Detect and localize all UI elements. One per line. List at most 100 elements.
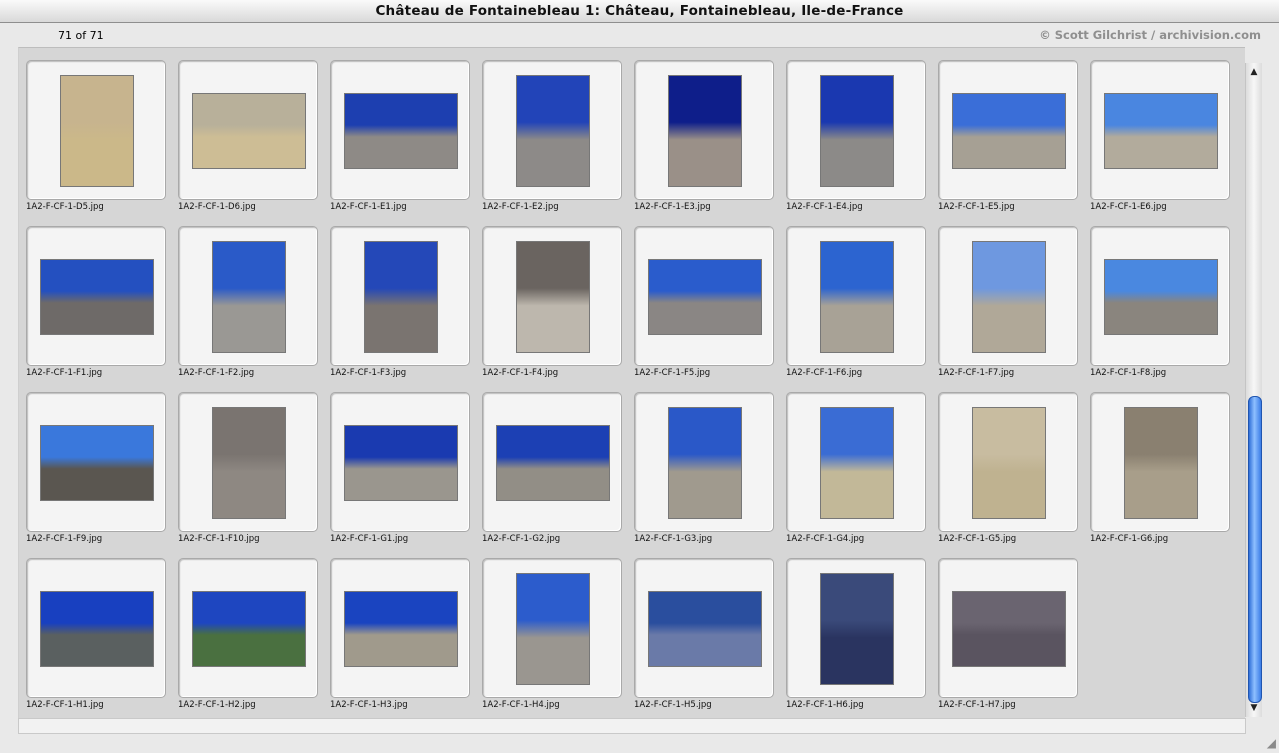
status-bar [18, 718, 1246, 734]
thumbnail-item[interactable]: 1A2-F-CF-1-E6.jpg [1083, 48, 1230, 212]
thumbnail-image[interactable] [648, 591, 762, 667]
slide-frame[interactable] [482, 558, 622, 698]
slide-frame[interactable] [26, 60, 166, 200]
thumbnail-filename: 1A2-F-CF-1-F1.jpg [26, 368, 103, 378]
slide-frame[interactable] [26, 558, 166, 698]
slide-frame[interactable] [634, 558, 774, 698]
slide-frame[interactable] [634, 60, 774, 200]
slide-frame[interactable] [330, 60, 470, 200]
slide-frame[interactable] [786, 60, 926, 200]
slide-frame[interactable] [1090, 60, 1230, 200]
thumbnail-item[interactable]: 1A2-F-CF-1-F9.jpg [19, 380, 166, 544]
thumbnail-image[interactable] [496, 425, 610, 501]
thumbnail-item[interactable]: 1A2-F-CF-1-E4.jpg [779, 48, 926, 212]
thumbnail-item[interactable]: 1A2-F-CF-1-H6.jpg [779, 546, 926, 710]
thumbnail-image[interactable] [952, 93, 1066, 169]
slide-frame[interactable] [330, 226, 470, 366]
thumbnail-image[interactable] [40, 425, 154, 501]
thumbnail-item[interactable]: 1A2-F-CF-1-H3.jpg [323, 546, 470, 710]
slide-frame[interactable] [634, 392, 774, 532]
slide-frame[interactable] [634, 226, 774, 366]
slide-frame[interactable] [482, 392, 622, 532]
scroll-down-arrow-icon[interactable]: ▼ [1246, 701, 1262, 715]
thumbnail-image[interactable] [1104, 93, 1218, 169]
slide-frame[interactable] [1090, 226, 1230, 366]
slide-frame[interactable] [938, 558, 1078, 698]
thumbnail-image[interactable] [212, 241, 286, 353]
thumbnail-image[interactable] [192, 93, 306, 169]
slide-frame[interactable] [178, 60, 318, 200]
vertical-scrollbar[interactable]: ▲ ▼ [1245, 63, 1262, 717]
slide-frame[interactable] [938, 60, 1078, 200]
thumbnail-item[interactable]: 1A2-F-CF-1-H2.jpg [171, 546, 318, 710]
slide-frame[interactable] [330, 558, 470, 698]
slide-frame[interactable] [178, 392, 318, 532]
thumbnail-image[interactable] [344, 93, 458, 169]
thumbnail-image[interactable] [1104, 259, 1218, 335]
thumbnail-image[interactable] [516, 573, 590, 685]
thumbnail-item[interactable]: 1A2-F-CF-1-G1.jpg [323, 380, 470, 544]
thumbnail-image[interactable] [820, 241, 894, 353]
thumbnail-item[interactable]: 1A2-F-CF-1-G6.jpg [1083, 380, 1230, 544]
slide-frame[interactable] [26, 392, 166, 532]
thumbnail-item[interactable]: 1A2-F-CF-1-F8.jpg [1083, 214, 1230, 378]
thumbnail-image[interactable] [820, 573, 894, 685]
slide-frame[interactable] [786, 392, 926, 532]
thumbnail-item[interactable]: 1A2-F-CF-1-D5.jpg [19, 48, 166, 212]
thumbnail-image[interactable] [668, 75, 742, 187]
slide-frame[interactable] [482, 60, 622, 200]
thumbnail-image[interactable] [40, 591, 154, 667]
slide-frame[interactable] [26, 226, 166, 366]
thumbnail-item[interactable]: 1A2-F-CF-1-G5.jpg [931, 380, 1078, 544]
thumbnail-item[interactable]: 1A2-F-CF-1-E1.jpg [323, 48, 470, 212]
thumbnail-item[interactable]: 1A2-F-CF-1-H7.jpg [931, 546, 1078, 710]
slide-frame[interactable] [938, 392, 1078, 532]
thumbnail-item[interactable]: 1A2-F-CF-1-E5.jpg [931, 48, 1078, 212]
thumbnail-image[interactable] [668, 407, 742, 519]
thumbnail-image[interactable] [344, 591, 458, 667]
thumbnail-item[interactable]: 1A2-F-CF-1-E3.jpg [627, 48, 774, 212]
thumbnail-item[interactable]: 1A2-F-CF-1-F1.jpg [19, 214, 166, 378]
thumbnail-image[interactable] [972, 407, 1046, 519]
thumbnail-image[interactable] [952, 591, 1066, 667]
thumbnail-item[interactable]: 1A2-F-CF-1-G4.jpg [779, 380, 926, 544]
slide-frame[interactable] [178, 226, 318, 366]
slide-frame[interactable] [482, 226, 622, 366]
thumbnail-image[interactable] [40, 259, 154, 335]
thumbnail-item[interactable]: 1A2-F-CF-1-H5.jpg [627, 546, 774, 710]
scrollbar-thumb[interactable] [1248, 396, 1262, 703]
slide-frame[interactable] [178, 558, 318, 698]
thumbnail-image[interactable] [212, 407, 286, 519]
thumbnail-image[interactable] [516, 75, 590, 187]
thumbnail-image[interactable] [1124, 407, 1198, 519]
thumbnail-item[interactable]: 1A2-F-CF-1-F2.jpg [171, 214, 318, 378]
slide-frame[interactable] [938, 226, 1078, 366]
slide-frame[interactable] [330, 392, 470, 532]
thumbnail-item[interactable]: 1A2-F-CF-1-F6.jpg [779, 214, 926, 378]
thumbnail-item[interactable]: 1A2-F-CF-1-F7.jpg [931, 214, 1078, 378]
thumbnail-item[interactable]: 1A2-F-CF-1-G2.jpg [475, 380, 622, 544]
thumbnail-item[interactable]: 1A2-F-CF-1-H4.jpg [475, 546, 622, 710]
thumbnail-item[interactable]: 1A2-F-CF-1-E2.jpg [475, 48, 622, 212]
resize-grip-icon[interactable]: ◢ [1267, 736, 1276, 750]
thumbnail-item[interactable]: 1A2-F-CF-1-F3.jpg [323, 214, 470, 378]
thumbnail-image[interactable] [192, 591, 306, 667]
thumbnail-item[interactable]: 1A2-F-CF-1-H1.jpg [19, 546, 166, 710]
thumbnail-item[interactable]: 1A2-F-CF-1-F4.jpg [475, 214, 622, 378]
thumbnail-image[interactable] [516, 241, 590, 353]
thumbnail-image[interactable] [344, 425, 458, 501]
thumbnail-image[interactable] [364, 241, 438, 353]
thumbnail-image[interactable] [820, 75, 894, 187]
thumbnail-image[interactable] [60, 75, 134, 187]
slide-frame[interactable] [786, 226, 926, 366]
thumbnail-item[interactable]: 1A2-F-CF-1-F5.jpg [627, 214, 774, 378]
thumbnail-item[interactable]: 1A2-F-CF-1-F10.jpg [171, 380, 318, 544]
slide-frame[interactable] [1090, 392, 1230, 532]
slide-frame[interactable] [786, 558, 926, 698]
thumbnail-item[interactable]: 1A2-F-CF-1-D6.jpg [171, 48, 318, 212]
thumbnail-image[interactable] [648, 259, 762, 335]
thumbnail-image[interactable] [820, 407, 894, 519]
thumbnail-item[interactable]: 1A2-F-CF-1-G3.jpg [627, 380, 774, 544]
thumbnail-image[interactable] [972, 241, 1046, 353]
scroll-up-arrow-icon[interactable]: ▲ [1246, 65, 1262, 79]
